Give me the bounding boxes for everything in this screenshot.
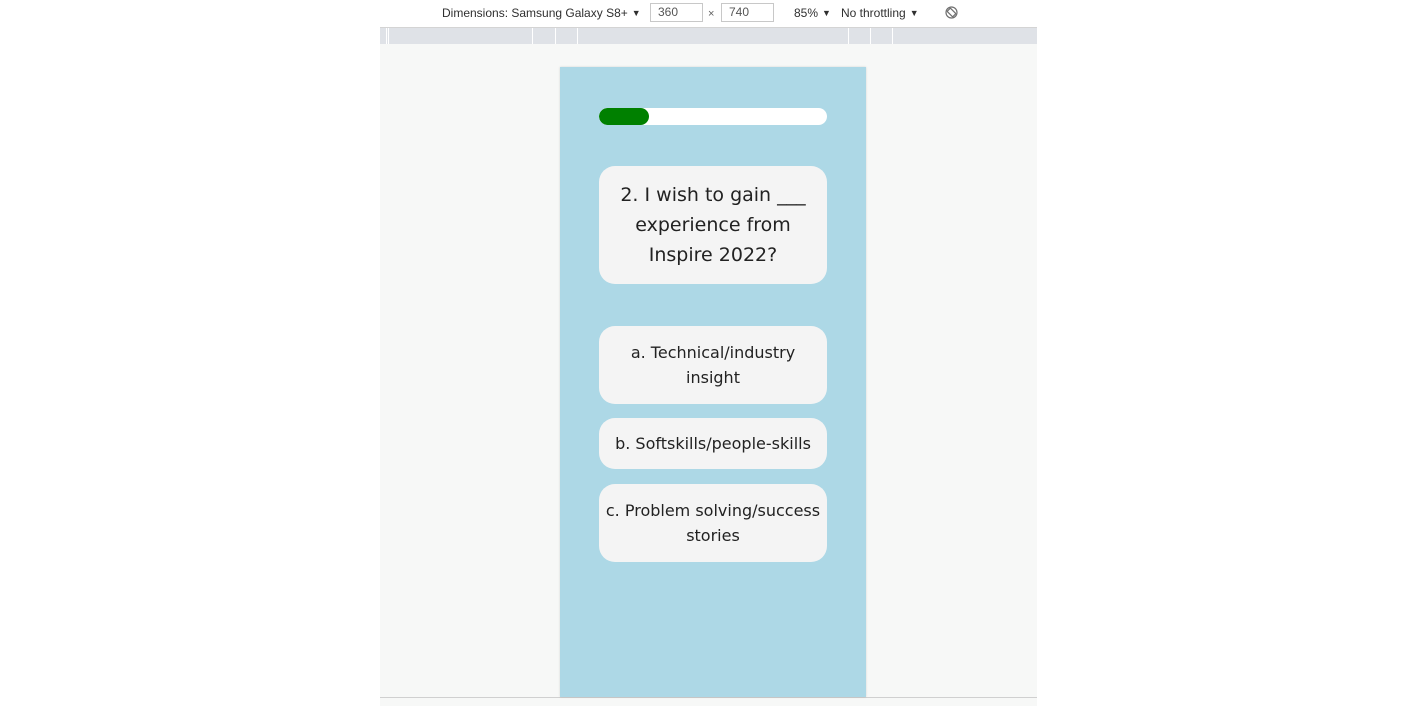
quiz-progress-fill (599, 108, 650, 125)
caret-down-icon: ▼ (909, 8, 919, 18)
quiz-progress-bar (599, 108, 827, 125)
ruler-tick (388, 28, 389, 44)
ruler-tick (577, 28, 578, 44)
answer-option-b[interactable]: b. Softskills/people-skills (599, 418, 827, 469)
media-query-ruler[interactable] (380, 28, 1037, 44)
ruler-tick (892, 28, 893, 44)
device-toolbar: Dimensions: Samsung Galaxy S8+ ▼ 360 × 74… (380, 0, 1037, 28)
height-input[interactable]: 740 (721, 3, 774, 22)
ruler-tick (848, 28, 849, 44)
ruler-tick (555, 28, 556, 44)
throttling-value: No throttling (841, 6, 906, 20)
times-sign: × (708, 8, 715, 20)
ruler-tick (870, 28, 871, 44)
answer-option-c[interactable]: c. Problem solving/success stories (599, 484, 827, 562)
device-dimensions-dropdown[interactable]: Dimensions: Samsung Galaxy S8+ ▼ (442, 6, 641, 21)
rotate-icon[interactable] (945, 6, 958, 19)
caret-down-icon: ▼ (631, 8, 641, 18)
question-card: 2. I wish to gain ___ experience from In… (599, 166, 827, 284)
ruler-tick (532, 28, 533, 44)
viewport-bottom-border (380, 697, 1037, 698)
zoom-value: 85% (794, 6, 819, 20)
quiz-screen: 2. I wish to gain ___ experience from In… (560, 67, 866, 697)
throttling-dropdown[interactable]: No throttling ▼ (841, 6, 919, 21)
dimensions-label: Dimensions: Samsung Galaxy S8+ (442, 6, 628, 20)
zoom-dropdown[interactable]: 85% ▼ (794, 6, 831, 21)
ruler-tick (386, 28, 387, 44)
caret-down-icon: ▼ (822, 8, 831, 18)
answer-option-a[interactable]: a. Technical/industry insight (599, 326, 827, 404)
width-input[interactable]: 360 (650, 3, 703, 22)
